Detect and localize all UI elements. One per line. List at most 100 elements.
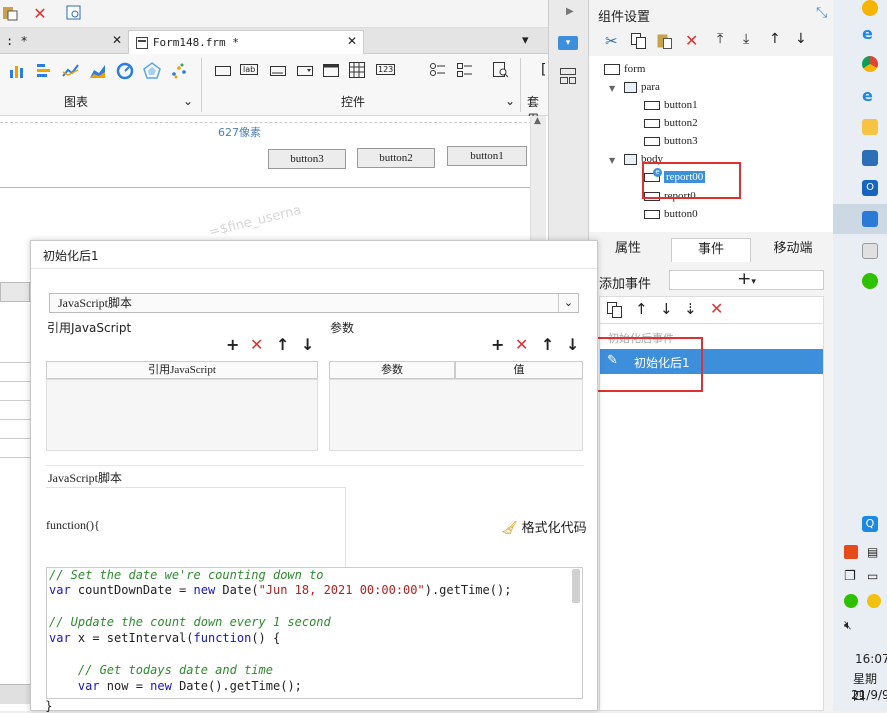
- ref-js-column-header[interactable]: 引用JavaScript: [46, 361, 318, 379]
- paste-icon[interactable]: [657, 33, 673, 52]
- tray-app-icon[interactable]: [844, 545, 858, 559]
- volume-muted-icon[interactable]: 🔇︎: [844, 618, 852, 633]
- param-column-header[interactable]: 参数: [329, 361, 455, 379]
- remote-icon[interactable]: [862, 150, 878, 166]
- value-column-header[interactable]: 值: [455, 361, 583, 379]
- code-scrollbar-thumb[interactable]: [572, 569, 580, 603]
- gauge-chart-icon[interactable]: [116, 62, 134, 83]
- close-icon[interactable]: ✕: [347, 34, 357, 48]
- control-group-expand-icon[interactable]: ⌄: [505, 94, 515, 108]
- copy-icon[interactable]: [631, 33, 647, 52]
- para-area[interactable]: 627像素 button3 button2 button1: [0, 122, 532, 188]
- number-control-icon[interactable]: 123: [376, 64, 396, 75]
- paste-icon[interactable]: [2, 5, 18, 21]
- widget-panel-icon[interactable]: ▾: [558, 36, 578, 50]
- collapse-arrow-icon[interactable]: ▶: [566, 6, 574, 17]
- component-tree[interactable]: form ▼ para button1 button2 button3 ▼ bo…: [589, 56, 834, 232]
- canvas-button1[interactable]: button1: [447, 146, 527, 166]
- move-up-icon[interactable]: ↑: [541, 335, 554, 354]
- tab-events[interactable]: 事件: [671, 238, 751, 262]
- canvas-button2[interactable]: button2: [357, 148, 435, 168]
- preview-icon[interactable]: [66, 5, 82, 21]
- code-editor[interactable]: // Set the date we're counting down to v…: [46, 567, 583, 699]
- move-bottom-icon[interactable]: ⤓: [743, 31, 749, 47]
- tree-node-button3[interactable]: button3: [644, 135, 698, 147]
- move-down-icon[interactable]: ↓: [660, 300, 673, 318]
- chrome-icon[interactable]: [862, 56, 878, 72]
- radio-group-control-icon[interactable]: [430, 62, 446, 81]
- move-top-icon[interactable]: ⤒: [717, 31, 723, 47]
- delete-icon[interactable]: ✕: [685, 31, 698, 50]
- label-control-icon[interactable]: lab: [240, 64, 259, 75]
- move-up-icon[interactable]: ↑: [769, 31, 781, 47]
- chart-group-expand-icon[interactable]: ⌄: [183, 94, 193, 108]
- area-chart-icon[interactable]: [89, 62, 107, 83]
- wechat-icon[interactable]: [862, 273, 878, 289]
- dialog-titlebar[interactable]: 初始化后1: [31, 241, 597, 269]
- textfield-control-icon[interactable]: [270, 65, 286, 79]
- copy-icon[interactable]: [607, 302, 623, 321]
- outlook-icon[interactable]: O: [862, 180, 878, 196]
- table-control-icon[interactable]: [349, 62, 365, 81]
- folder-icon[interactable]: [862, 119, 878, 135]
- ref-js-table[interactable]: [46, 379, 318, 451]
- search-control-icon[interactable]: [493, 62, 509, 81]
- add-ref-icon[interactable]: +: [226, 335, 239, 354]
- canvas-button3[interactable]: button3: [268, 149, 346, 169]
- tab-mobile[interactable]: 移动端: [757, 238, 829, 262]
- scatter-chart-icon[interactable]: [170, 62, 188, 83]
- tab-menu-icon[interactable]: ▾: [522, 33, 529, 48]
- tree-node-button2[interactable]: button2: [644, 117, 698, 129]
- date-control-icon[interactable]: [323, 62, 339, 81]
- move-down-icon[interactable]: ↓: [566, 335, 579, 354]
- tab-form148[interactable]: Form148.frm * ✕: [128, 30, 364, 54]
- notepad-icon[interactable]: [862, 243, 878, 259]
- tray-window-icon[interactable]: ❐: [844, 569, 856, 584]
- finereport-icon[interactable]: [862, 211, 878, 227]
- horizontal-bar-chart-icon[interactable]: [35, 62, 53, 83]
- minimize-panel-icon[interactable]: ⤡: [816, 5, 827, 21]
- ie-icon[interactable]: e: [862, 86, 878, 105]
- tray-battery-icon[interactable]: ▭: [867, 569, 878, 583]
- delete-icon[interactable]: ✕: [710, 299, 723, 318]
- expand-icon[interactable]: ▼: [609, 84, 615, 93]
- tree-node-button0[interactable]: button0: [644, 208, 698, 220]
- tree-node-button1[interactable]: button1: [644, 99, 698, 111]
- more-control-icon[interactable]: [: [541, 62, 546, 78]
- move-up-icon[interactable]: ↑: [276, 335, 289, 354]
- expand-icon[interactable]: ▼: [609, 156, 615, 165]
- clock-time[interactable]: 16:07: [855, 652, 887, 666]
- move-up-icon[interactable]: ↑: [635, 300, 648, 318]
- move-down-icon[interactable]: ↓: [301, 335, 314, 354]
- radar-chart-icon[interactable]: [143, 62, 161, 83]
- tray-notes-icon[interactable]: ▤: [867, 545, 878, 559]
- add-event-button[interactable]: +▾: [669, 270, 824, 290]
- edge-icon[interactable]: e: [862, 24, 878, 43]
- delete-icon[interactable]: ✕: [32, 4, 48, 23]
- scroll-up-icon[interactable]: ▲: [534, 116, 541, 126]
- format-code-button[interactable]: 🧹︎ 格式化代码: [501, 517, 587, 536]
- delete-param-icon[interactable]: ✕: [515, 335, 528, 354]
- tab-properties[interactable]: 属性: [599, 238, 657, 262]
- tray-plus-icon[interactable]: [867, 594, 881, 608]
- delete-ref-icon[interactable]: ✕: [250, 335, 263, 354]
- chevron-down-icon[interactable]: ⌄: [558, 294, 578, 312]
- layout-panel-icon[interactable]: [560, 68, 576, 87]
- params-table[interactable]: [329, 379, 583, 451]
- sort-down-icon[interactable]: ⇣: [684, 300, 697, 318]
- tray-wechat-icon[interactable]: [844, 594, 858, 608]
- close-icon[interactable]: ✕: [112, 33, 122, 47]
- qq-icon[interactable]: Q: [862, 516, 878, 532]
- tree-node-form[interactable]: form: [604, 63, 645, 75]
- script-type-select[interactable]: JavaScript脚本 ⌄: [49, 293, 579, 313]
- add-param-icon[interactable]: +: [491, 335, 504, 354]
- canvas-vertical-scrollbar[interactable]: ▲: [530, 116, 546, 241]
- line-chart-icon[interactable]: [62, 62, 80, 83]
- chrome-icon[interactable]: [862, 0, 878, 16]
- button-control-icon[interactable]: [215, 65, 231, 79]
- combo-control-icon[interactable]: [297, 65, 313, 79]
- cut-icon[interactable]: ✂: [605, 32, 618, 50]
- move-down-icon[interactable]: ↓: [795, 31, 807, 47]
- bar-chart-icon[interactable]: [8, 62, 26, 83]
- tab-previous[interactable]: : * ✕: [0, 30, 128, 54]
